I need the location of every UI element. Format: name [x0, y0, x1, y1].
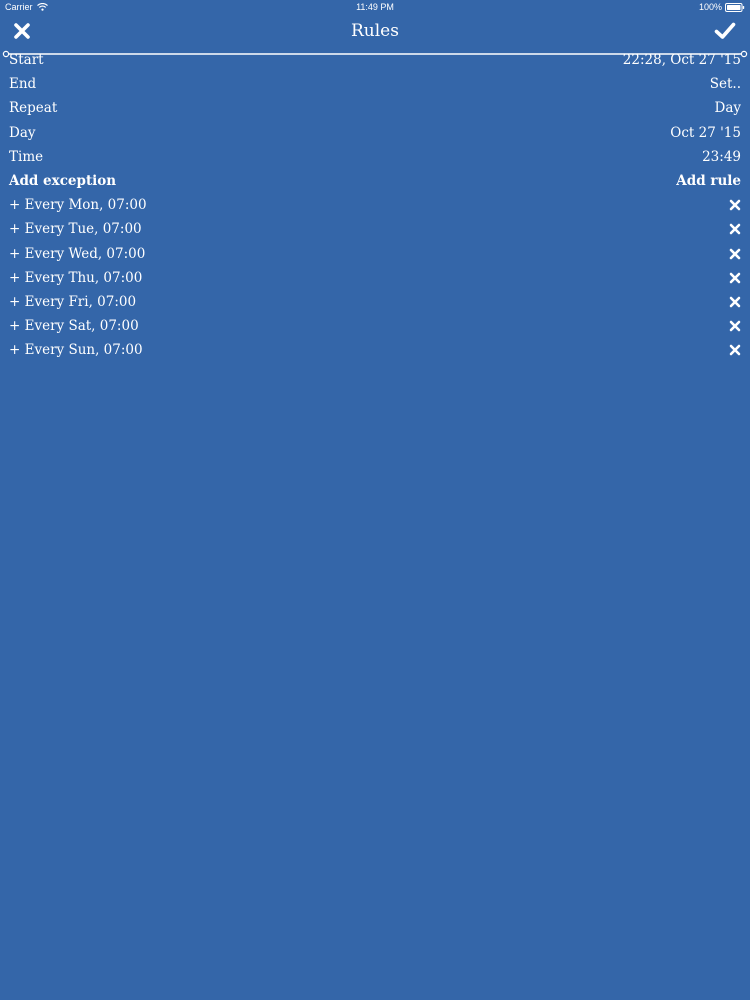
rule-item[interactable]: + Every Thu, 07:00	[0, 266, 750, 290]
battery-icon	[725, 2, 745, 12]
rule-item[interactable]: + Every Sun, 07:00	[0, 338, 750, 362]
rule-item[interactable]: + Every Fri, 07:00	[0, 290, 750, 314]
rule-item[interactable]: + Every Tue, 07:00	[0, 217, 750, 241]
setting-label: Start	[9, 52, 44, 68]
rule-text: + Every Fri, 07:00	[9, 293, 137, 310]
setting-row-start[interactable]: Start 22:28, Oct 27 '15	[0, 48, 750, 72]
close-icon	[729, 344, 741, 356]
close-icon	[729, 320, 741, 332]
rule-text: + Every Mon, 07:00	[9, 197, 147, 214]
confirm-button[interactable]	[714, 21, 736, 41]
setting-label: End	[9, 76, 37, 93]
setting-row-time[interactable]: Time 23:49	[0, 145, 750, 169]
setting-value: Oct 27 '15	[670, 124, 741, 141]
add-exception-button[interactable]: Add exception	[9, 169, 116, 193]
setting-label: Time	[9, 148, 44, 165]
rule-text: + Every Thu, 07:00	[9, 269, 143, 286]
rule-item[interactable]: + Every Mon, 07:00	[0, 193, 750, 217]
rule-item[interactable]: + Every Sat, 07:00	[0, 314, 750, 338]
status-time: 11:49 PM	[356, 2, 394, 12]
battery-percent: 100%	[698, 2, 722, 12]
nav-bar: Rules	[0, 14, 750, 48]
rules-list: Start 22:28, Oct 27 '15 End Set.. Repeat…	[0, 48, 750, 362]
setting-row-day[interactable]: Day Oct 27 '15	[0, 121, 750, 145]
setting-value: Set..	[709, 76, 741, 93]
close-icon	[729, 199, 741, 211]
setting-value: Day	[714, 100, 742, 117]
status-bar: Carrier 11:49 PM 100%	[0, 0, 750, 14]
page-title: Rules	[351, 21, 399, 41]
setting-row-repeat[interactable]: Repeat Day	[0, 96, 750, 120]
rule-text: + Every Tue, 07:00	[9, 221, 142, 238]
setting-label: Repeat	[9, 100, 58, 117]
close-icon	[729, 272, 741, 283]
add-rule-button[interactable]: Add rule	[676, 169, 741, 193]
close-icon	[729, 248, 741, 259]
setting-value: 22:28, Oct 27 '15	[622, 52, 741, 68]
rule-text: + Every Sat, 07:00	[9, 318, 139, 335]
rule-text: + Every Sun, 07:00	[9, 342, 143, 359]
rule-item[interactable]: + Every Wed, 07:00	[0, 242, 750, 266]
checkmark-icon	[714, 22, 736, 39]
remove-rule-button[interactable]	[729, 248, 741, 260]
remove-rule-button[interactable]	[729, 320, 741, 332]
close-icon	[729, 224, 741, 235]
setting-value: 23:49	[702, 148, 741, 165]
remove-rule-button[interactable]	[729, 199, 741, 211]
status-right: 100%	[699, 0, 745, 14]
setting-label: Day	[9, 124, 36, 141]
actions-row: Add exception Add rule	[0, 169, 750, 193]
rule-text: + Every Wed, 07:00	[9, 245, 146, 262]
remove-rule-button[interactable]	[729, 344, 741, 356]
setting-row-end[interactable]: End Set..	[0, 72, 750, 96]
close-icon	[729, 296, 741, 308]
remove-rule-button[interactable]	[729, 296, 741, 308]
remove-rule-button[interactable]	[729, 272, 741, 284]
remove-rule-button[interactable]	[729, 223, 741, 235]
